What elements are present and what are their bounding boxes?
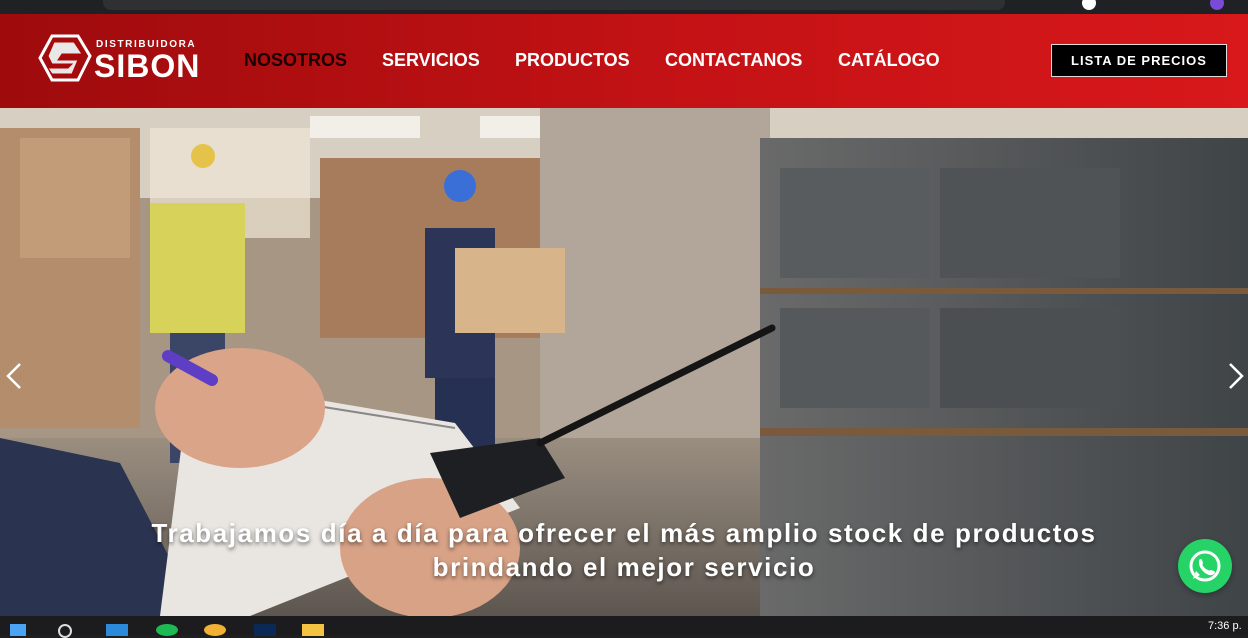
brand-logo[interactable]: DISTRIBUIDORA SIBON (38, 34, 201, 88)
spotify-icon[interactable] (156, 624, 178, 636)
hero-caption: Trabajamos día a día para ofrecer el más… (0, 516, 1248, 584)
profile-icon[interactable] (1082, 0, 1096, 10)
nav-contactanos[interactable]: CONTACTANOS (665, 50, 802, 71)
hero-caption-line-2: brindando el mejor servicio (432, 552, 816, 582)
windows-start-icon[interactable] (10, 624, 26, 636)
extension-icon[interactable] (1210, 0, 1224, 10)
vscode-icon[interactable] (106, 624, 128, 636)
photoshop-icon[interactable] (254, 624, 276, 636)
sibon-logo-icon (38, 34, 92, 82)
nav-catalogo[interactable]: CATÁLOGO (838, 50, 940, 71)
chevron-left-icon[interactable] (2, 358, 26, 394)
nav-productos[interactable]: PRODUCTOS (515, 50, 630, 71)
nav-servicios[interactable]: SERVICIOS (382, 50, 480, 71)
os-taskbar: 7:36 p. (0, 616, 1248, 638)
taskbar-clock[interactable]: 7:36 p. (1208, 620, 1242, 632)
search-icon[interactable] (58, 624, 72, 638)
chevron-right-icon[interactable] (1224, 358, 1248, 394)
hero-caption-line-1: Trabajamos día a día para ofrecer el más… (151, 518, 1097, 548)
price-list-button[interactable]: LISTA DE PRECIOS (1051, 44, 1227, 77)
whatsapp-button[interactable] (1178, 539, 1232, 593)
nav-nosotros[interactable]: NOSOTROS (244, 50, 347, 71)
whatsapp-icon (1189, 550, 1221, 582)
site-header: DISTRIBUIDORA SIBON NOSOTROS SERVICIOS P… (0, 14, 1248, 108)
chrome-icon[interactable] (204, 624, 226, 636)
address-bar[interactable] (103, 0, 1005, 10)
browser-toolbar (0, 0, 1248, 14)
file-explorer-icon[interactable] (302, 624, 324, 636)
hero-slider: Trabajamos día a día para ofrecer el más… (0, 108, 1248, 616)
brand-name: SIBON (94, 48, 201, 84)
